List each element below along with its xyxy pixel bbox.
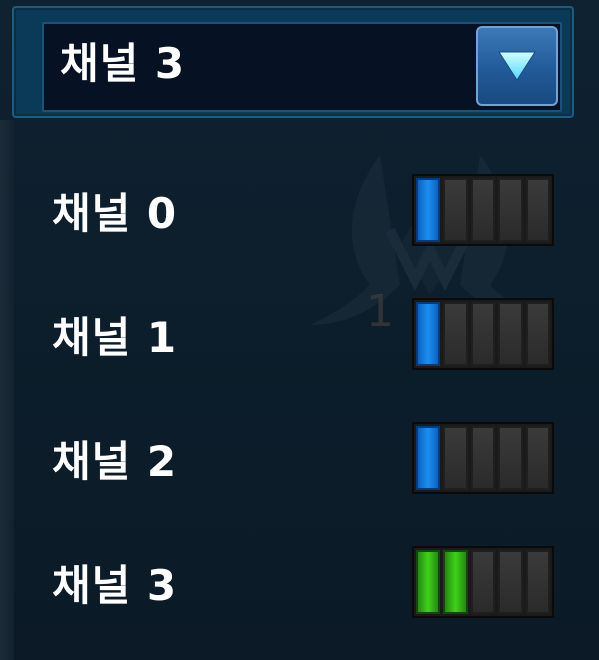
dropdown-selected-label: 채널 3: [60, 39, 186, 88]
meter-segment: [443, 426, 468, 490]
meter-segment: [416, 178, 441, 242]
triangle-down-icon: [498, 51, 536, 81]
channel-load-meter: [412, 298, 554, 370]
channel-load-meter: [412, 546, 554, 618]
meter-segment: [470, 302, 496, 366]
meter-segment: [470, 178, 496, 242]
meter-segment: [525, 178, 551, 242]
meter-segment: [498, 426, 523, 490]
meter-segment: [498, 302, 523, 366]
channel-row-1[interactable]: 채널 1: [0, 292, 599, 372]
channel-select-panel: 1 채널 3 채널 0 채널 1 채널 2 채널 3: [0, 0, 599, 660]
channel-label: 채널 2: [52, 437, 178, 486]
channel-row-0[interactable]: 채널 0: [0, 168, 599, 248]
meter-segment: [498, 550, 523, 614]
meter-segment: [498, 178, 523, 242]
meter-segment: [525, 550, 551, 614]
meter-segment: [443, 302, 468, 366]
meter-segment: [470, 426, 496, 490]
channel-row-2[interactable]: 채널 2: [0, 416, 599, 496]
meter-segment: [525, 426, 551, 490]
meter-segment: [416, 426, 441, 490]
meter-segment: [525, 302, 551, 366]
channel-label: 채널 3: [52, 561, 178, 610]
dropdown-toggle-button[interactable]: [476, 26, 558, 106]
channel-label: 채널 1: [52, 313, 178, 362]
channel-label: 채널 0: [52, 189, 178, 238]
meter-segment: [416, 302, 441, 366]
channel-row-3[interactable]: 채널 3: [0, 540, 599, 620]
meter-segment: [443, 178, 468, 242]
channel-load-meter: [412, 174, 554, 246]
meter-segment: [470, 550, 496, 614]
meter-segment: [416, 550, 441, 614]
meter-segment: [443, 550, 468, 614]
channel-load-meter: [412, 422, 554, 494]
